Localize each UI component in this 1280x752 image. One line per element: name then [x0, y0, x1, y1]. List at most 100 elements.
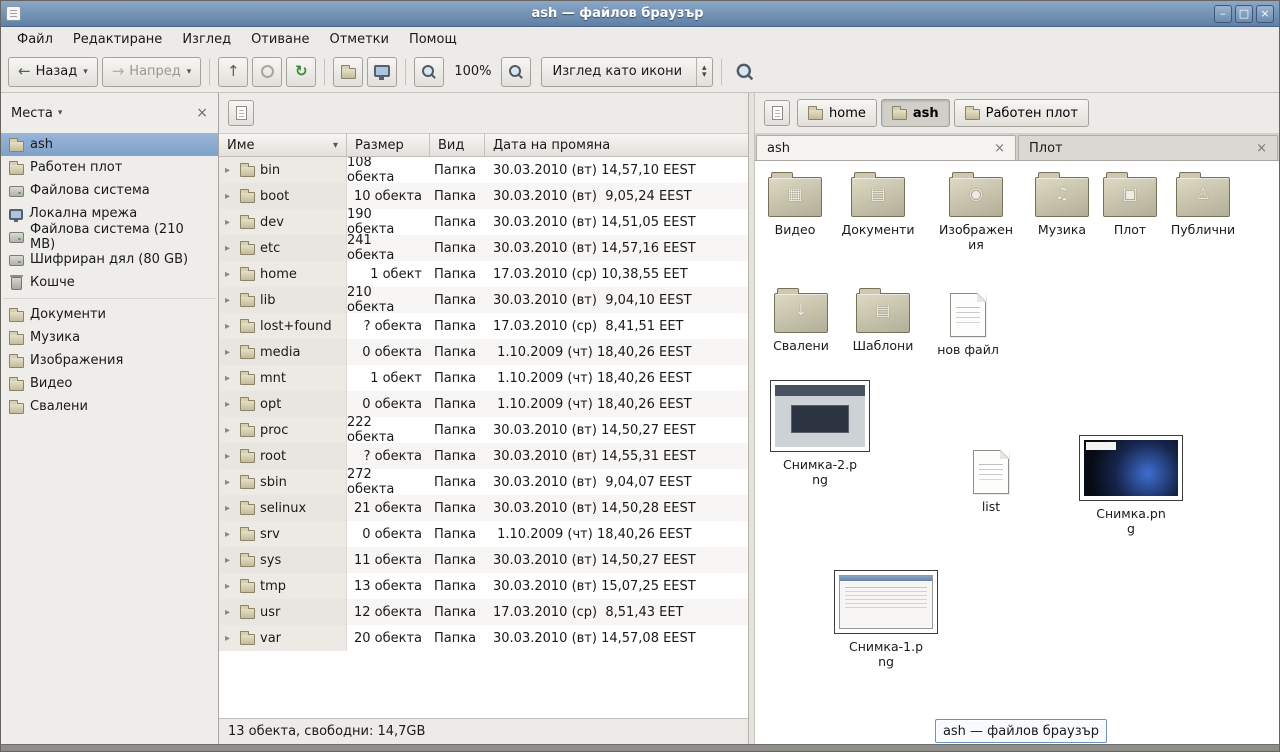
table-row[interactable]: ▸etc241 обектаПапка30.03.2010 (вт) 14,57… [219, 235, 748, 261]
column-header-1[interactable]: Размер [347, 134, 430, 156]
icon-view-item[interactable]: ▦Видео [755, 177, 835, 237]
table-row[interactable]: ▸var20 обектаПапка30.03.2010 (вт) 14,57,… [219, 625, 748, 651]
expander-icon[interactable]: ▸ [225, 477, 235, 488]
breadcrumb-1[interactable]: ash [881, 99, 950, 127]
close-icon[interactable]: × [994, 141, 1005, 156]
column-header-2[interactable]: Вид [430, 134, 485, 156]
zoom-in-button[interactable] [501, 57, 531, 87]
table-row[interactable]: ▸boot10 обектаПапка30.03.2010 (вт) 9,05,… [219, 183, 748, 209]
pathbar-edit-button[interactable] [764, 100, 790, 126]
location-toggle-button[interactable] [228, 100, 254, 126]
table-row[interactable]: ▸srv0 обектаПапка 1.10.2009 (чт) 18,40,2… [219, 521, 748, 547]
icon-view-item[interactable]: ↓Свалени [761, 293, 841, 353]
close-icon[interactable]: × [1256, 141, 1267, 156]
icon-view-item[interactable]: Снимка-1.png [830, 570, 942, 669]
up-button[interactable]: ↑ [218, 57, 248, 87]
expander-icon[interactable]: ▸ [225, 503, 235, 514]
expander-icon[interactable]: ▸ [225, 321, 235, 332]
sidebar-item-downloads[interactable]: Свалени [1, 395, 218, 418]
icon-view-item[interactable]: ▤Документи [836, 177, 920, 237]
table-row[interactable]: ▸dev190 обектаПапка30.03.2010 (вт) 14,51… [219, 209, 748, 235]
table-row[interactable]: ▸bin108 обектаПапка30.03.2010 (вт) 14,57… [219, 157, 748, 183]
table-row[interactable]: ▸media0 обектаПапка 1.10.2009 (чт) 18,40… [219, 339, 748, 365]
expander-icon[interactable]: ▸ [225, 373, 235, 384]
sidebar-item-videos[interactable]: Видео [1, 372, 218, 395]
places-menu-button[interactable]: Места ▾ [11, 106, 62, 121]
sidebar-item-documents[interactable]: Документи [1, 303, 218, 326]
sidebar-item-music[interactable]: Музика [1, 326, 218, 349]
table-row[interactable]: ▸usr12 обектаПапка17.03.2010 (ср) 8,51,4… [219, 599, 748, 625]
expander-icon[interactable]: ▸ [225, 347, 235, 358]
menu-item-3[interactable]: Отиване [241, 29, 319, 50]
tab-1[interactable]: Плот× [1018, 135, 1278, 160]
menu-item-0[interactable]: Файл [7, 29, 63, 50]
maximize-button[interactable]: □ [1235, 5, 1253, 23]
table-row[interactable]: ▸root? обектаПапка30.03.2010 (вт) 14,55,… [219, 443, 748, 469]
table-row[interactable]: ▸opt0 обектаПапка 1.10.2009 (чт) 18,40,2… [219, 391, 748, 417]
expander-icon[interactable]: ▸ [225, 633, 235, 644]
minimize-button[interactable]: – [1214, 5, 1232, 23]
menu-item-1[interactable]: Редактиране [63, 29, 172, 50]
expander-icon[interactable]: ▸ [225, 191, 235, 202]
sidebar-item-pictures[interactable]: Изображения [1, 349, 218, 372]
close-button[interactable]: × [1256, 5, 1274, 23]
back-button[interactable]: ← Назад ▾ [8, 57, 98, 87]
type-cell: Папка [430, 261, 485, 287]
table-row[interactable]: ▸proc222 обектаПапка30.03.2010 (вт) 14,5… [219, 417, 748, 443]
sidebar-item-trash[interactable]: Кошче [1, 271, 218, 294]
expander-icon[interactable]: ▸ [225, 399, 235, 410]
home-button[interactable] [333, 57, 363, 87]
expander-icon[interactable]: ▸ [225, 555, 235, 566]
tab-0[interactable]: ash× [756, 135, 1016, 160]
column-header-3[interactable]: Дата на промяна [485, 134, 748, 156]
table-row[interactable]: ▸home1 обектПапка17.03.2010 (ср) 10,38,5… [219, 261, 748, 287]
table-row[interactable]: ▸sys11 обектаПапка30.03.2010 (вт) 14,50,… [219, 547, 748, 573]
expander-icon[interactable]: ▸ [225, 217, 235, 228]
sidebar-close-icon[interactable]: × [196, 105, 208, 121]
expander-icon[interactable]: ▸ [225, 451, 235, 462]
table-row[interactable]: ▸selinux21 обектаПапка30.03.2010 (вт) 14… [219, 495, 748, 521]
zoom-out-button[interactable] [414, 57, 444, 87]
breadcrumb-2[interactable]: Работен плот [954, 99, 1089, 127]
expander-icon[interactable]: ▸ [225, 165, 235, 176]
icon-view-item[interactable]: ♙Публични [1163, 177, 1243, 237]
icon-view-item[interactable]: нов файл [928, 293, 1008, 357]
table-row[interactable]: ▸tmp13 обектаПапка30.03.2010 (вт) 15,07,… [219, 573, 748, 599]
column-header-0[interactable]: Име▾ [219, 134, 347, 156]
table-row[interactable]: ▸sbin272 обектаПапка30.03.2010 (вт) 9,04… [219, 469, 748, 495]
taskbar-window-button[interactable]: ash — файлов браузър [935, 719, 1107, 743]
icon-view-item[interactable]: list [951, 450, 1031, 514]
breadcrumb-0[interactable]: home [797, 99, 877, 127]
expander-icon[interactable]: ▸ [225, 295, 235, 306]
computer-button[interactable] [367, 57, 397, 87]
expander-icon[interactable]: ▸ [225, 581, 235, 592]
expander-icon[interactable]: ▸ [225, 425, 235, 436]
icon-view-item[interactable]: ◉Изображения [932, 177, 1020, 252]
expander-icon[interactable]: ▸ [225, 607, 235, 618]
sidebar-item-filesystem[interactable]: Файлова система [1, 179, 218, 202]
zoom-in-icon [508, 64, 524, 80]
menu-item-5[interactable]: Помощ [399, 29, 467, 50]
sidebar-item-encrypted-80gb[interactable]: Шифриран дял (80 GB) [1, 248, 218, 271]
expander-icon[interactable]: ▸ [225, 269, 235, 280]
table-row[interactable]: ▸lost+found? обектаПапка17.03.2010 (ср) … [219, 313, 748, 339]
sidebar-item-desktop[interactable]: Работен плот [1, 156, 218, 179]
stop-button[interactable] [252, 57, 282, 87]
icon-view-item[interactable]: Снимка.png [1075, 435, 1187, 536]
expander-icon[interactable]: ▸ [225, 243, 235, 254]
menu-item-2[interactable]: Изглед [172, 29, 241, 50]
forward-button[interactable]: → Напред ▾ [102, 57, 202, 87]
icon-view-item[interactable]: ▤Шаблони [843, 293, 923, 353]
sidebar-item-ash[interactable]: ash [1, 133, 218, 156]
view-mode-select[interactable]: Изглед като икони ▴ ▾ [541, 57, 713, 87]
menu-item-4[interactable]: Отметки [319, 29, 398, 50]
icon-view-item[interactable]: ▣Плот [1094, 177, 1166, 237]
icon-view-item[interactable]: Снимка-2.png [766, 380, 874, 487]
sidebar-item-filesystem-210mb[interactable]: Файлова система (210 MB) [1, 225, 218, 248]
expander-icon[interactable]: ▸ [225, 529, 235, 540]
table-row[interactable]: ▸lib210 обектаПапка30.03.2010 (вт) 9,04,… [219, 287, 748, 313]
table-row[interactable]: ▸mnt1 обектПапка 1.10.2009 (чт) 18,40,26… [219, 365, 748, 391]
icon-view-item[interactable]: ♫Музика [1022, 177, 1102, 237]
reload-button[interactable]: ↻ [286, 57, 316, 87]
search-button[interactable] [730, 57, 760, 87]
